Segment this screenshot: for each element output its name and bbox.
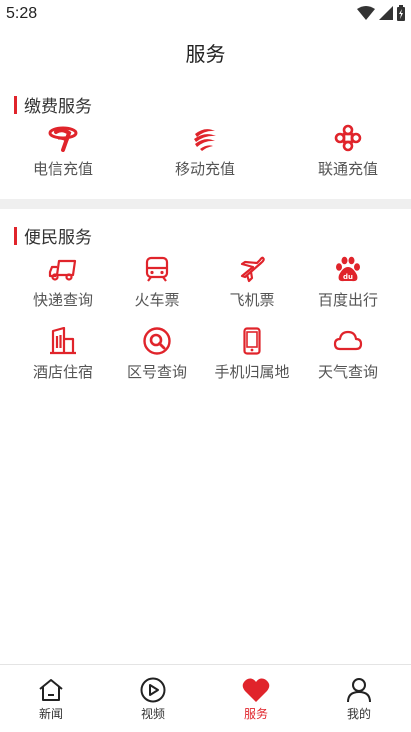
- nav-label-news: 新闻: [38, 707, 63, 721]
- nav-label-service: 服务: [243, 707, 268, 721]
- person-icon: [347, 678, 371, 703]
- battery-icon: [397, 5, 405, 21]
- nav-tab-service[interactable]: 服务: [205, 665, 307, 732]
- unicom-recharge-label: 联通充值: [317, 160, 378, 178]
- baidu-travel-item[interactable]: du 百度出行: [298, 255, 398, 310]
- flight-ticket-item[interactable]: 飞机票: [202, 255, 302, 310]
- page-title: 服务: [185, 42, 226, 66]
- china-telecom-icon: [48, 126, 78, 152]
- train-ticket-item[interactable]: 火车票: [107, 255, 207, 310]
- truck-icon: [48, 259, 77, 281]
- heart-icon: [242, 678, 270, 702]
- mobile-recharge-label: 移动充值: [174, 160, 235, 178]
- building-icon: [50, 327, 76, 355]
- area-code-query-item[interactable]: 区号查询: [107, 327, 207, 382]
- airplane-icon: [240, 256, 265, 283]
- nav-tab-news[interactable]: 新闻: [0, 665, 102, 732]
- china-unicom-icon: [334, 124, 362, 152]
- phone-icon: [243, 327, 261, 355]
- section-accent-bar: [14, 226, 17, 245]
- status-bar: 5:28: [0, 0, 411, 28]
- cloud-icon: [333, 330, 363, 351]
- telecom-recharge-item[interactable]: 电信充值: [13, 124, 113, 179]
- phone-location-label: 手机归属地: [214, 363, 290, 381]
- home-icon: [39, 679, 63, 701]
- hotel-label: 酒店住宿: [32, 363, 93, 381]
- china-mobile-icon: [194, 129, 216, 151]
- nav-tab-mine[interactable]: 我的: [308, 665, 410, 732]
- phone-location-item[interactable]: 手机归属地: [202, 327, 302, 382]
- hotel-item[interactable]: 酒店住宿: [13, 327, 113, 382]
- weather-query-item[interactable]: 天气查询: [298, 327, 398, 382]
- payment-section-header: 缴费服务: [14, 92, 92, 117]
- train-ticket-label: 火车票: [134, 291, 180, 309]
- section-divider: [0, 199, 411, 209]
- status-time: 5:28: [6, 5, 38, 22]
- flight-ticket-label: 飞机票: [229, 291, 275, 309]
- weather-query-label: 天气查询: [317, 363, 378, 381]
- nav-label-video: 视频: [140, 707, 165, 721]
- magnifier-icon: [143, 327, 171, 355]
- mobile-recharge-item[interactable]: 移动充值: [155, 124, 255, 179]
- play-icon: [140, 677, 166, 703]
- convenience-section-header: 便民服务: [14, 223, 92, 248]
- section-accent-bar: [14, 95, 17, 114]
- telecom-recharge-label: 电信充值: [32, 160, 93, 178]
- bottom-nav: 新闻 视频 服务 我的: [0, 664, 411, 732]
- express-query-item[interactable]: 快递查询: [13, 255, 113, 310]
- nav-tab-video[interactable]: 视频: [102, 665, 204, 732]
- status-icons: [357, 5, 405, 21]
- svg-text:du: du: [343, 273, 353, 281]
- nav-label-mine: 我的: [346, 707, 371, 721]
- wifi-icon: [357, 6, 375, 20]
- baidu-travel-label: 百度出行: [317, 291, 378, 309]
- unicom-recharge-item[interactable]: 联通充值: [298, 124, 398, 179]
- baidu-icon: du: [336, 256, 360, 282]
- express-query-label: 快递查询: [32, 291, 93, 309]
- signal-icon: [379, 6, 393, 20]
- train-icon: [145, 256, 169, 282]
- payment-section-title: 缴费服务: [24, 97, 92, 117]
- area-code-query-label: 区号查询: [126, 363, 187, 381]
- convenience-section-title: 便民服务: [24, 228, 92, 248]
